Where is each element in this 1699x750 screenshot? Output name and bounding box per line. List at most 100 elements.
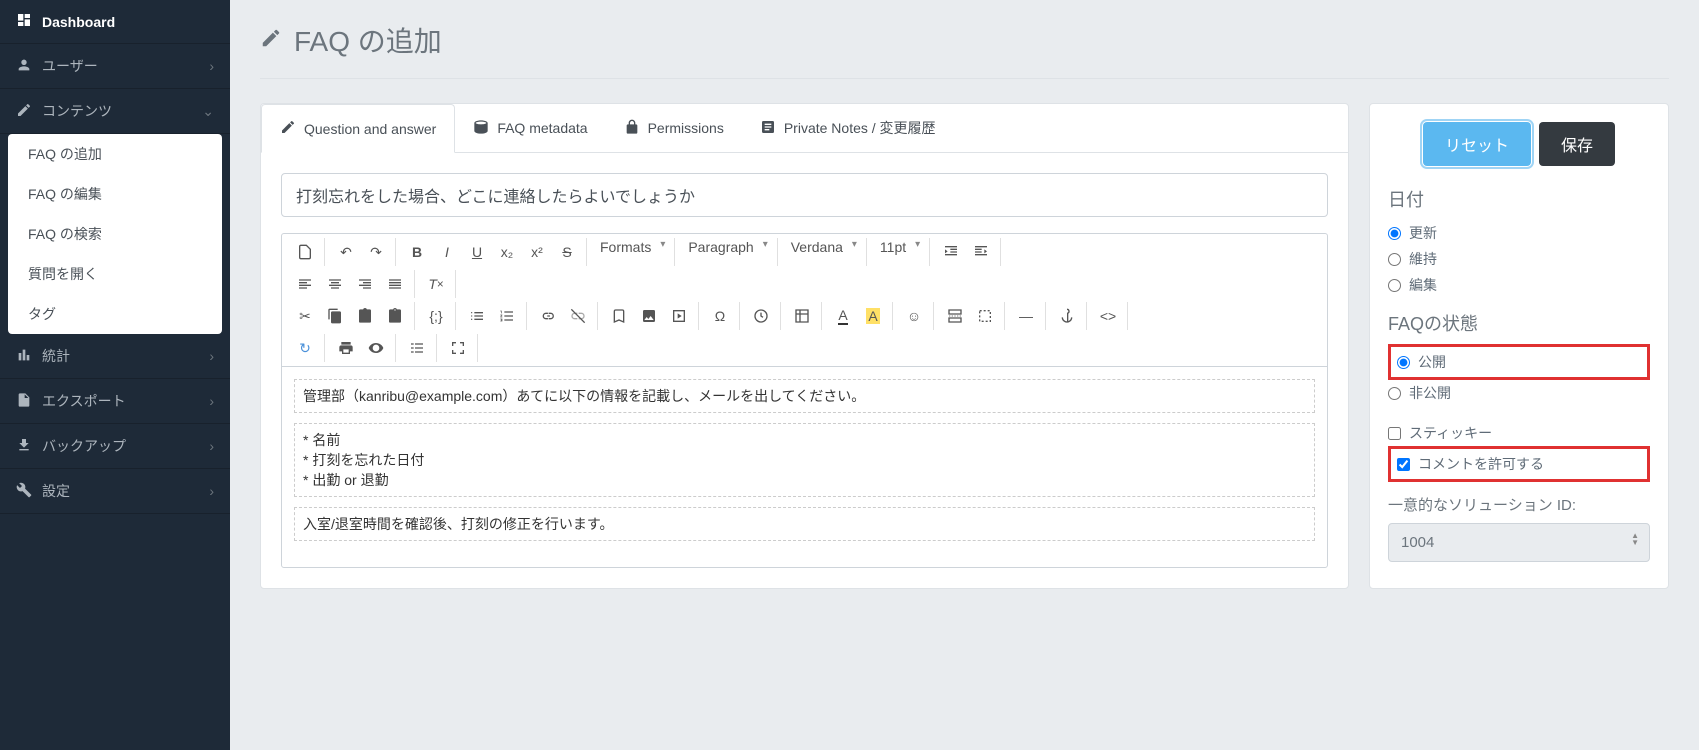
allow-comments-checkbox[interactable]: コメントを許可する (1397, 451, 1641, 477)
sidebar-item-dashboard[interactable]: Dashboard (0, 0, 230, 44)
sidebar-item-stats[interactable]: 統計 › (0, 334, 230, 379)
code-icon[interactable]: {;} (421, 302, 451, 330)
bold-icon[interactable]: B (402, 238, 432, 266)
copy-icon[interactable] (320, 302, 350, 330)
fullscreen-icon[interactable] (443, 334, 473, 362)
font-select[interactable]: Verdana (784, 238, 862, 266)
link-icon[interactable] (533, 302, 563, 330)
clear-format-icon[interactable]: T× (421, 270, 451, 298)
save-button[interactable]: 保存 (1539, 122, 1615, 166)
state-public-radio[interactable]: 公開 (1397, 349, 1641, 375)
media-icon[interactable] (664, 302, 694, 330)
subscript-icon[interactable]: x₂ (492, 238, 522, 266)
page-title-text: FAQ の追加 (294, 20, 442, 60)
paste-text-icon[interactable] (380, 302, 410, 330)
unlink-icon[interactable] (563, 302, 593, 330)
tab-notes[interactable]: Private Notes / 変更履歴 (742, 104, 954, 152)
new-doc-icon[interactable] (290, 238, 320, 266)
tab-label: Question and answer (304, 121, 436, 137)
solution-id-label: 一意的なソリューション ID: (1388, 494, 1650, 515)
question-input[interactable] (281, 173, 1328, 217)
indent-icon[interactable] (966, 238, 996, 266)
anchor-icon[interactable] (1052, 302, 1082, 330)
stepper-icon[interactable]: ▲▼ (1631, 532, 1639, 546)
solution-id-value: 1004 (1401, 534, 1434, 551)
table-icon[interactable] (787, 302, 817, 330)
tab-qa[interactable]: Question and answer (261, 104, 455, 153)
superscript-icon[interactable]: x² (522, 238, 552, 266)
sidebar-label: 設定 (42, 481, 70, 501)
sticky-checkbox[interactable]: スティッキー (1388, 420, 1650, 446)
refresh-icon[interactable]: ↻ (290, 334, 320, 362)
nbsp-icon[interactable] (970, 302, 1000, 330)
submenu-tag[interactable]: タグ (8, 294, 222, 334)
date-edit-radio[interactable]: 編集 (1388, 272, 1650, 298)
align-center-icon[interactable] (320, 270, 350, 298)
submenu-open-question[interactable]: 質問を開く (8, 254, 222, 294)
submenu-search-faq[interactable]: FAQ の検索 (8, 214, 222, 254)
sidebar-item-users[interactable]: ユーザー › (0, 44, 230, 89)
text-color-icon[interactable]: A (828, 302, 858, 330)
bookmark-icon[interactable] (604, 302, 634, 330)
number-list-icon[interactable] (492, 302, 522, 330)
chevron-right-icon: › (209, 483, 214, 499)
edit-icon (16, 102, 32, 121)
bullet-list-icon[interactable] (462, 302, 492, 330)
checklist-icon[interactable] (402, 334, 432, 362)
sidebar-item-backup[interactable]: バックアップ › (0, 424, 230, 469)
contents-submenu: FAQ の追加 FAQ の編集 FAQ の検索 質問を開く タグ (8, 134, 222, 334)
sidebar-item-export[interactable]: エクスポート › (0, 379, 230, 424)
preview-icon[interactable] (361, 334, 391, 362)
cut-icon[interactable]: ✂ (290, 302, 320, 330)
date-keep-radio[interactable]: 維持 (1388, 246, 1650, 272)
paste-icon[interactable] (350, 302, 380, 330)
edit-icon (280, 119, 296, 138)
paragraph-select[interactable]: Paragraph (681, 238, 772, 266)
editor-paragraph[interactable]: 入室/退室時間を確認後、打刻の修正を行います。 (294, 507, 1315, 541)
solution-id-input[interactable]: 1004 ▲▼ (1388, 523, 1650, 562)
editor-paragraph[interactable]: 管理部（kanribu@example.com）あてに以下の情報を記載し、メール… (294, 379, 1315, 413)
chevron-down-icon: ⌄ (202, 103, 214, 120)
redo-icon[interactable]: ↷ (361, 238, 391, 266)
state-private-radio[interactable]: 非公開 (1388, 380, 1650, 406)
editor-list[interactable]: * 名前 * 打刻を忘れた日付 * 出勤 or 退勤 (294, 423, 1315, 497)
reset-button[interactable]: リセット (1423, 122, 1531, 166)
chevron-right-icon: › (209, 438, 214, 454)
align-justify-icon[interactable] (380, 270, 410, 298)
italic-icon[interactable]: I (432, 238, 462, 266)
date-update-radio[interactable]: 更新 (1388, 220, 1650, 246)
page-title: FAQ の追加 (260, 20, 1669, 79)
strikethrough-icon[interactable]: S (552, 238, 582, 266)
sidebar-item-settings[interactable]: 設定 › (0, 469, 230, 514)
omega-icon[interactable]: Ω (705, 302, 735, 330)
source-icon[interactable]: <> (1093, 302, 1123, 330)
pagebreak-icon[interactable] (940, 302, 970, 330)
size-select[interactable]: 11pt (873, 238, 925, 266)
submenu-edit-faq[interactable]: FAQ の編集 (8, 174, 222, 214)
chevron-right-icon: › (209, 348, 214, 364)
formats-select[interactable]: Formats (593, 238, 670, 266)
editor-panel: Question and answer FAQ metadata Permiss… (260, 103, 1349, 589)
edit-icon (260, 24, 282, 56)
editor-list-item: * 出勤 or 退勤 (303, 470, 1306, 490)
image-icon[interactable] (634, 302, 664, 330)
editor-content[interactable]: 管理部（kanribu@example.com）あてに以下の情報を記載し、メール… (282, 367, 1327, 567)
hr-icon[interactable]: — (1011, 302, 1041, 330)
print-icon[interactable] (331, 334, 361, 362)
sidebar: Dashboard ユーザー › コンテンツ ⌄ FAQ の追加 FAQ の編集… (0, 0, 230, 750)
emoji-icon[interactable]: ☺ (899, 302, 929, 330)
tab-permissions[interactable]: Permissions (606, 104, 742, 152)
outdent-icon[interactable] (936, 238, 966, 266)
align-left-icon[interactable] (290, 270, 320, 298)
underline-icon[interactable]: U (462, 238, 492, 266)
tab-metadata[interactable]: FAQ metadata (455, 104, 605, 152)
tab-label: Permissions (648, 120, 724, 136)
clock-icon[interactable] (746, 302, 776, 330)
align-right-icon[interactable] (350, 270, 380, 298)
editor-list-item: * 打刻を忘れた日付 (303, 450, 1306, 470)
submenu-add-faq[interactable]: FAQ の追加 (8, 134, 222, 174)
sidebar-label: ユーザー (42, 56, 98, 76)
sidebar-item-contents[interactable]: コンテンツ ⌄ (0, 89, 230, 134)
bg-color-icon[interactable]: A (858, 302, 888, 330)
undo-icon[interactable]: ↶ (331, 238, 361, 266)
